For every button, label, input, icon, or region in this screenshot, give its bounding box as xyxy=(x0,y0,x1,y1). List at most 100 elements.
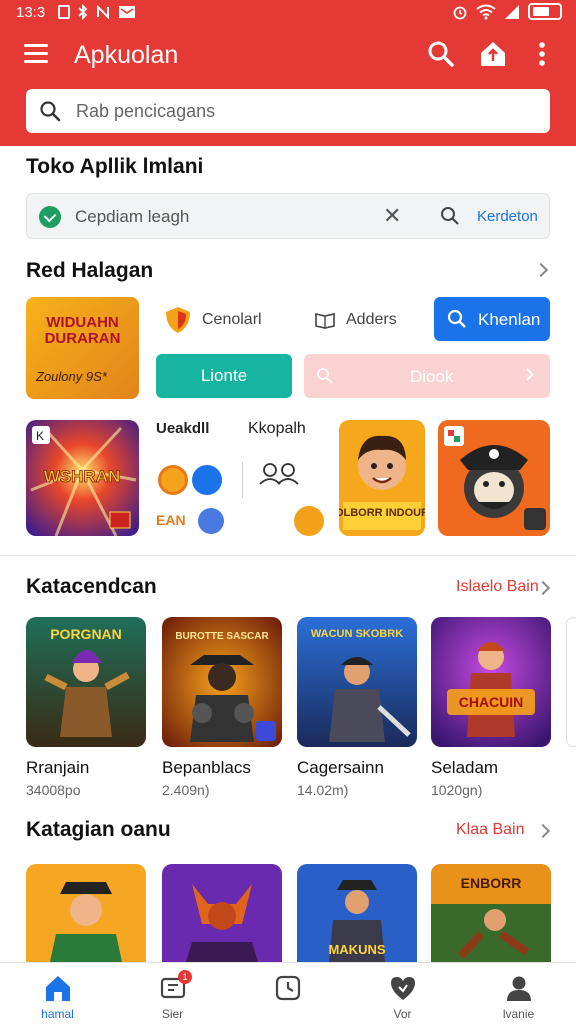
info-badge-icon xyxy=(294,506,324,536)
app-card-icon[interactable] xyxy=(162,864,282,962)
section-divider xyxy=(0,555,576,556)
nav-favorites[interactable]: Vor xyxy=(345,963,460,1024)
search-input[interactable]: Rab pencicagans xyxy=(26,89,550,133)
app-bar: Apkuolan xyxy=(0,30,576,80)
button-label: Diook xyxy=(410,367,454,386)
app-size: 34008po xyxy=(26,782,81,798)
menu-icon[interactable] xyxy=(24,44,48,64)
app-tile-pirate[interactable] xyxy=(438,420,550,536)
tile-title: Kkopalh xyxy=(248,420,306,437)
sim-icon xyxy=(58,5,70,19)
search-icon[interactable] xyxy=(439,205,461,227)
chip-shield[interactable]: Cenolarl xyxy=(164,300,262,340)
nav-label: lvanie xyxy=(502,1007,535,1021)
signal-icon xyxy=(505,4,519,19)
see-all-link[interactable]: Islaelo Bain xyxy=(456,578,539,596)
nav-profile[interactable]: lvanie xyxy=(461,963,576,1024)
status-bar: 13:3 xyxy=(0,0,576,26)
filter-link[interactable]: Kerdeton xyxy=(477,208,538,225)
nav-store[interactable]: 1 Sier xyxy=(115,963,230,1024)
search-icon[interactable] xyxy=(425,38,457,70)
app-title: Apkuolan xyxy=(74,41,179,69)
search-placeholder: Rab pencicagans xyxy=(76,101,216,121)
next-card-peek xyxy=(566,617,576,747)
filter-bar[interactable]: Cepdiam leagh ✕ Kerdeton xyxy=(26,193,550,239)
app-name: Cagersainn xyxy=(297,758,384,777)
filter-text: Cepdiam leagh xyxy=(75,207,190,226)
nav-label: Sier xyxy=(161,1007,184,1021)
app-screen: 13:3 Apkuolan Rab pencicagans Toko Aplli… xyxy=(0,0,576,1024)
app-card-icon[interactable]: MAKUNS xyxy=(297,864,417,962)
app-size: 1020gn) xyxy=(431,782,483,798)
tile-label: EAN xyxy=(156,512,186,528)
chevron-right-icon[interactable] xyxy=(533,262,549,278)
sheriff-game-art: MAKUNS xyxy=(297,864,417,962)
status-system-icons xyxy=(452,3,562,20)
chevron-right-icon[interactable] xyxy=(535,823,551,839)
section-title-category: Katagian oanu xyxy=(26,818,171,841)
coin-icon xyxy=(192,465,222,495)
heart-icon xyxy=(391,977,415,1000)
chevron-right-icon xyxy=(521,368,534,381)
search-icon xyxy=(447,309,466,328)
search-apps-button[interactable]: Khenlan xyxy=(434,297,550,341)
chip-book[interactable]: Adders xyxy=(314,300,397,340)
divider xyxy=(242,462,243,498)
warrior-game-art: PORGNAN xyxy=(26,617,146,747)
nav-updates[interactable] xyxy=(230,963,345,1024)
section-title-featured: Katacendcan xyxy=(26,575,157,598)
coin-icon xyxy=(158,465,188,495)
promo-subtitle: Zoulony 9S* xyxy=(36,369,107,384)
svg-text:BUROTTE SASCAR: BUROTTE SASCAR xyxy=(175,631,269,642)
status-time: 13:3 xyxy=(16,4,46,21)
app-name: Seladam xyxy=(431,758,499,777)
nav-label: hamal xyxy=(41,1007,74,1021)
app-name: Rranjain xyxy=(26,758,90,777)
boy-game-art: SOLBORR INDOURE xyxy=(339,420,425,536)
nfc-icon xyxy=(97,5,109,19)
verified-icon xyxy=(39,206,61,228)
see-all-link[interactable]: Klaa Bain xyxy=(456,821,525,839)
group-icon xyxy=(259,463,299,485)
promo-title: WIDUAHN DURARAN xyxy=(44,314,121,347)
app-card-icon[interactable]: CHACUIN xyxy=(431,617,551,747)
svg-text:K: K xyxy=(36,429,44,443)
tile-art-text: SOLBORR INDOURE xyxy=(339,507,425,519)
svg-text:ENBORR: ENBORR xyxy=(461,875,522,891)
app-tile-moderation[interactable]: Kkopalh xyxy=(248,420,328,536)
nav-home[interactable]: hamal xyxy=(0,963,115,1024)
notification-badge: 1 xyxy=(178,970,192,984)
app-card-icon[interactable]: PORGNAN xyxy=(26,617,146,747)
battery-icon xyxy=(528,3,562,20)
home-upload-icon[interactable] xyxy=(477,38,509,70)
app-tile-coins[interactable]: Ueakdll EAN xyxy=(156,420,236,536)
app-name: Bepanblacs xyxy=(162,758,251,777)
app-card-icon[interactable]: ENBORR xyxy=(431,864,551,962)
demon-game-art xyxy=(162,864,282,962)
header: 13:3 Apkuolan Rab pencicagans xyxy=(0,0,576,146)
app-tile-hero[interactable]: K WSHRAN xyxy=(26,420,139,536)
pink-button[interactable]: Diook xyxy=(304,354,550,398)
app-size: 2.409n) xyxy=(162,782,210,798)
clear-icon[interactable]: ✕ xyxy=(383,203,401,229)
book-icon xyxy=(315,313,335,329)
section-title-recommended: Red Halagan xyxy=(26,259,154,282)
app-card-icon[interactable]: WACUN SKOBRK xyxy=(297,617,417,747)
clock-icon xyxy=(275,975,301,1001)
knight-game-art: WACUN SKOBRK xyxy=(297,617,417,747)
more-options-icon[interactable] xyxy=(526,38,558,70)
pirate-game-art xyxy=(438,420,550,536)
app-tile-boy[interactable]: SOLBORR INDOURE xyxy=(339,420,425,536)
promo-banner[interactable]: WIDUAHN DURARAN Zoulony 9S* xyxy=(26,297,139,399)
badge-icon xyxy=(198,508,224,534)
runner-game-art: ENBORR xyxy=(431,864,551,962)
app-card-icon[interactable]: BUROTTE SASCAR xyxy=(162,617,282,747)
app-card-icon[interactable] xyxy=(26,864,146,962)
adventurer-game-art xyxy=(26,864,146,962)
app-size: 14.02m) xyxy=(297,782,349,798)
search-icon xyxy=(40,101,61,122)
nav-label: Vor xyxy=(393,1007,412,1021)
bottom-navigation: hamal 1 Sier Vor lvanie xyxy=(0,962,576,1024)
mail-icon xyxy=(119,6,135,18)
teal-button[interactable]: Lionte xyxy=(156,354,292,398)
